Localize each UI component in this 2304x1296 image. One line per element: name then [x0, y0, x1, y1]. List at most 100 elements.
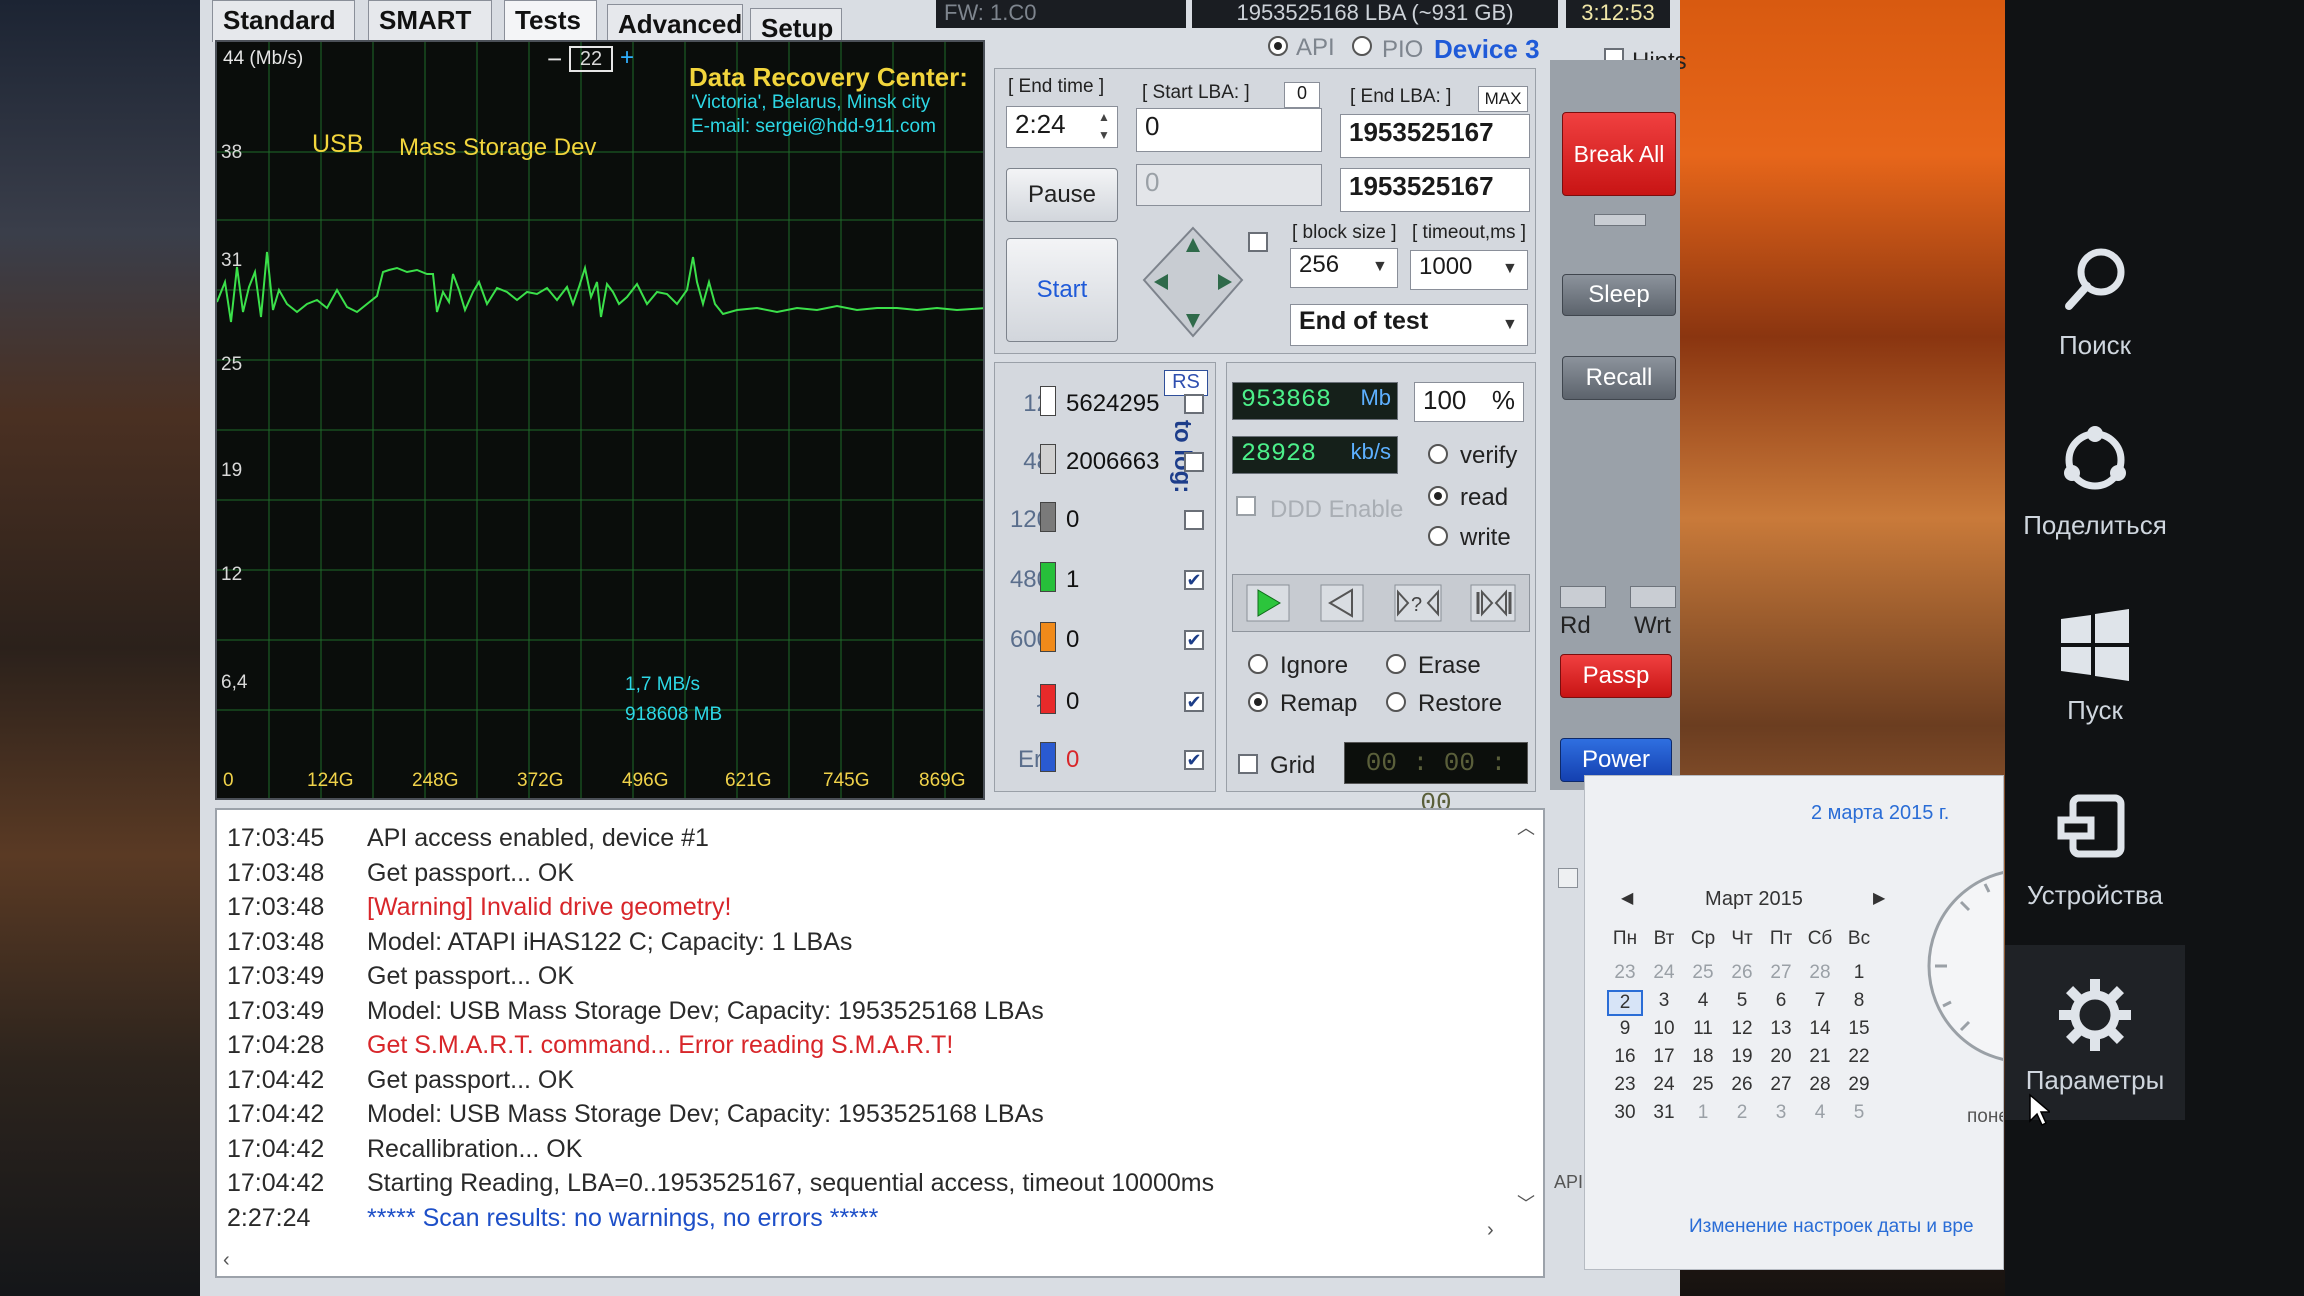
calendar-day[interactable]: 8 — [1841, 990, 1877, 1012]
calendar-day[interactable]: 2 — [1724, 1102, 1760, 1124]
calendar-day[interactable]: 31 — [1646, 1102, 1682, 1124]
calendar-day[interactable]: 18 — [1685, 1046, 1721, 1068]
calendar-day[interactable]: 17 — [1646, 1046, 1682, 1068]
break-all-button[interactable]: Break All — [1562, 112, 1676, 196]
block-size-dropdown-icon[interactable]: ▼ — [1372, 258, 1388, 276]
dpad-lock-checkbox[interactable] — [1248, 232, 1268, 252]
calendar-day[interactable]: 27 — [1763, 1074, 1799, 1096]
calendar-day[interactable]: 28 — [1802, 962, 1838, 984]
calendar-day[interactable]: 4 — [1685, 990, 1721, 1012]
calendar-day[interactable]: 6 — [1763, 990, 1799, 1012]
stat-log-checkbox[interactable] — [1184, 394, 1204, 414]
start-lba-reset[interactable]: 0 — [1284, 82, 1320, 108]
calendar-day[interactable]: 26 — [1724, 1074, 1760, 1096]
reset-stats-button[interactable]: RS — [1164, 370, 1208, 396]
calendar-day[interactable]: 5 — [1724, 990, 1760, 1012]
calendar-day[interactable]: 7 — [1802, 990, 1838, 1012]
log-scroll-left-icon[interactable]: ‹ — [223, 1249, 230, 1272]
calendar-day[interactable]: 23 — [1607, 1074, 1643, 1096]
calendar-day[interactable]: 2 — [1607, 990, 1643, 1016]
charm-start[interactable]: Пуск — [2005, 605, 2185, 726]
calendar-day[interactable]: 10 — [1646, 1018, 1682, 1040]
erase-radio[interactable] — [1386, 654, 1406, 674]
calendar-day[interactable]: 11 — [1685, 1018, 1721, 1040]
calendar-day[interactable]: 28 — [1802, 1074, 1838, 1096]
verify-radio[interactable] — [1428, 444, 1448, 464]
tab-tests[interactable]: Tests — [504, 0, 597, 42]
calendar-day[interactable]: 24 — [1646, 962, 1682, 984]
calendar-day[interactable]: 24 — [1646, 1074, 1682, 1096]
calendar-day[interactable]: 1 — [1841, 962, 1877, 984]
stat-log-checkbox[interactable]: ✔ — [1184, 750, 1204, 770]
charm-devices[interactable]: Устройства — [2005, 790, 2185, 911]
device-selector[interactable]: Device 3 — [1434, 34, 1540, 65]
calendar-day[interactable]: 15 — [1841, 1018, 1877, 1040]
stat-log-checkbox[interactable]: ✔ — [1184, 570, 1204, 590]
calendar-day[interactable]: 25 — [1685, 1074, 1721, 1096]
recall-button[interactable]: Recall — [1562, 356, 1676, 400]
calendar-day[interactable]: 12 — [1724, 1018, 1760, 1040]
max-lba-button[interactable]: MAX — [1478, 86, 1528, 112]
calendar-day[interactable]: 22 — [1841, 1046, 1877, 1068]
end-action-select[interactable]: End of test — [1290, 304, 1528, 346]
calendar-day[interactable]: 20 — [1763, 1046, 1799, 1068]
stat-log-checkbox[interactable]: ✔ — [1184, 692, 1204, 712]
end-lba-field[interactable]: 1953525167 — [1340, 114, 1530, 158]
event-log[interactable]: 17:03:45 API access enabled, device #1 17:… — [215, 808, 1545, 1278]
charm-share[interactable]: Поделиться — [2005, 420, 2185, 541]
calendar-date-header[interactable]: 2 марта 2015 г. — [1811, 802, 1949, 825]
tab-standard[interactable]: Standard — [212, 0, 355, 42]
api-radio[interactable] — [1268, 36, 1288, 56]
stat-log-checkbox[interactable] — [1184, 452, 1204, 472]
calendar-day[interactable]: 19 — [1724, 1046, 1760, 1068]
log-scroll-right-icon[interactable]: › — [1487, 1219, 1494, 1242]
next-month-icon[interactable]: ▶ — [1873, 888, 1885, 908]
calendar-day[interactable]: 4 — [1802, 1102, 1838, 1124]
grid-checkbox[interactable] — [1238, 754, 1258, 774]
tab-smart[interactable]: SMART — [368, 0, 492, 42]
charm-search[interactable]: Поиск — [2005, 240, 2185, 361]
timeout-dropdown-icon[interactable]: ▼ — [1502, 260, 1518, 278]
calendar-day[interactable]: 27 — [1763, 962, 1799, 984]
stat-log-checkbox[interactable]: ✔ — [1184, 630, 1204, 650]
calendar-day[interactable]: 9 — [1607, 1018, 1643, 1040]
start-button[interactable]: Start — [1006, 238, 1118, 342]
remap-radio[interactable] — [1248, 692, 1268, 712]
calendar-day[interactable]: 3 — [1646, 990, 1682, 1012]
end-action-dropdown-icon[interactable]: ▼ — [1502, 316, 1518, 334]
play-icon[interactable] — [1246, 584, 1290, 622]
calendar-day[interactable]: 3 — [1763, 1102, 1799, 1124]
write-radio[interactable] — [1428, 526, 1448, 546]
calendar-day[interactable]: 5 — [1841, 1102, 1877, 1124]
read-radio[interactable] — [1428, 486, 1448, 506]
prev-month-icon[interactable]: ◀ — [1621, 888, 1633, 908]
direction-pad-icon[interactable] — [1138, 224, 1248, 344]
restore-radio[interactable] — [1386, 692, 1406, 712]
passp-button[interactable]: Passp — [1560, 654, 1672, 698]
calendar-day[interactable]: 29 — [1841, 1074, 1877, 1096]
end-time-spinner[interactable]: ▲ ▼ — [1092, 108, 1116, 146]
ignore-radio[interactable] — [1248, 654, 1268, 674]
log-scroll-down-icon[interactable]: ﹀ — [1517, 1190, 1535, 1216]
log-scroll-up-icon[interactable]: ︿ — [1517, 814, 1535, 840]
calendar-day[interactable]: 16 — [1607, 1046, 1643, 1068]
seek-query-icon[interactable]: ? — [1394, 584, 1442, 622]
calendar-day[interactable]: 26 — [1724, 962, 1760, 984]
pause-button[interactable]: Pause — [1006, 168, 1118, 222]
ddd-enable-checkbox[interactable] — [1236, 496, 1256, 516]
calendar-day[interactable]: 21 — [1802, 1046, 1838, 1068]
calendar-month[interactable]: Март 2015 — [1705, 888, 1803, 911]
zoom-minus-button[interactable]: − — [547, 44, 562, 75]
zoom-plus-button[interactable]: + — [620, 44, 634, 72]
calendar-day[interactable]: 14 — [1802, 1018, 1838, 1040]
sleep-button[interactable]: Sleep — [1562, 274, 1676, 316]
go-to-end-icon[interactable] — [1470, 584, 1516, 622]
pio-radio[interactable] — [1352, 36, 1372, 56]
date-settings-link[interactable]: Изменение настроек даты и вре — [1689, 1216, 1974, 1238]
start-lba-field[interactable]: 0 — [1136, 108, 1322, 152]
calendar-day[interactable]: 25 — [1685, 962, 1721, 984]
calendar-day[interactable]: 23 — [1607, 962, 1643, 984]
rewind-icon[interactable] — [1320, 584, 1364, 622]
stat-log-checkbox[interactable] — [1184, 510, 1204, 530]
calendar-day[interactable]: 13 — [1763, 1018, 1799, 1040]
